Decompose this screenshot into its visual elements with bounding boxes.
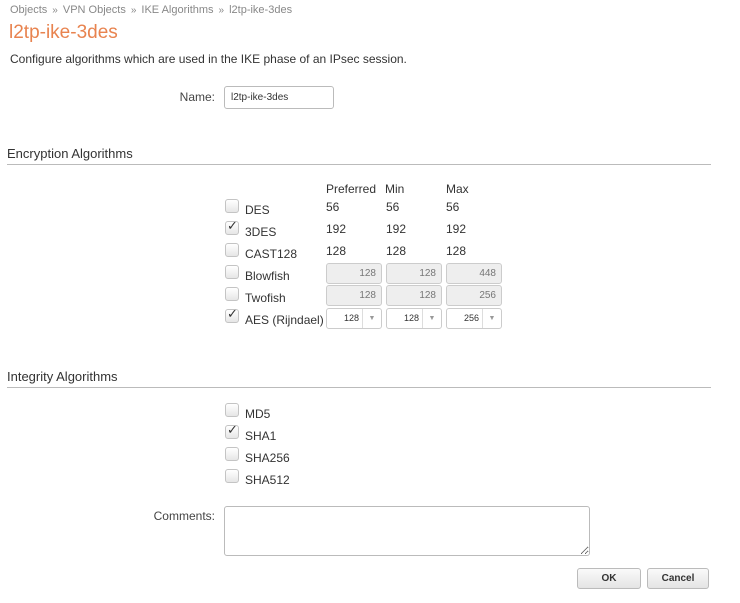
- integrity-checkbox-sha512[interactable]: [225, 469, 239, 483]
- chevron-down-icon[interactable]: ▼: [482, 309, 501, 328]
- integrity-label: MD5: [245, 407, 271, 421]
- min-selected-value: 128: [403, 313, 419, 323]
- min-value: 56: [386, 200, 400, 214]
- max-select[interactable]: 256 ▼: [446, 308, 502, 329]
- preferred-value: 192: [326, 222, 347, 236]
- encryption-checkbox-blowfish[interactable]: [225, 265, 239, 279]
- preferred-input-disabled: 128: [326, 285, 382, 306]
- preferred-select[interactable]: 128 ▼: [326, 308, 382, 329]
- encryption-checkbox-twofish[interactable]: [225, 287, 239, 301]
- page-title: l2tp-ike-3des: [9, 22, 118, 43]
- integrity-label: SHA512: [245, 473, 290, 487]
- max-value: 56: [446, 200, 460, 214]
- page-description: Configure algorithms which are used in t…: [10, 52, 407, 66]
- checkmark-icon: ✓: [227, 218, 238, 233]
- ok-button[interactable]: OK: [577, 568, 641, 589]
- min-select[interactable]: 128 ▼: [386, 308, 442, 329]
- max-value: 192: [446, 222, 467, 236]
- name-label: Name:: [179, 90, 215, 104]
- checkmark-icon: ✓: [227, 306, 238, 321]
- preferred-value: 128: [326, 244, 347, 258]
- integrity-label: SHA1: [245, 429, 277, 443]
- preferred-selected-value: 128: [343, 313, 359, 323]
- cancel-button[interactable]: Cancel: [647, 568, 709, 589]
- preferred-value: 56: [326, 200, 340, 214]
- integrity-label: SHA256: [245, 451, 290, 465]
- min-input-disabled: 128: [386, 285, 442, 306]
- breadcrumb-separator: »: [130, 5, 137, 16]
- encryption-label: Twofish: [245, 291, 286, 305]
- encryption-label: Blowfish: [245, 269, 290, 283]
- max-selected-value: 256: [463, 313, 479, 323]
- checkmark-icon: ✓: [227, 422, 238, 437]
- encryption-checkbox-des[interactable]: [225, 199, 239, 213]
- encryption-label: DES: [245, 203, 270, 217]
- breadcrumb: Objects » VPN Objects » IKE Algorithms » l2tp-…: [10, 4, 292, 16]
- breadcrumb-objects[interactable]: Objects: [10, 4, 47, 16]
- max-input-disabled: 256: [446, 285, 502, 306]
- comments-label: Comments:: [153, 509, 215, 523]
- min-value: 192: [386, 222, 407, 236]
- encryption-label: CAST128: [245, 247, 298, 261]
- comments-textarea[interactable]: [224, 506, 590, 556]
- max-input-disabled: 448: [446, 263, 502, 284]
- chevron-down-icon[interactable]: ▼: [362, 309, 381, 328]
- encryption-heading: Encryption Algorithms: [7, 146, 711, 165]
- breadcrumb-separator: »: [52, 5, 58, 16]
- integrity-heading: Integrity Algorithms: [7, 369, 711, 388]
- chevron-down-icon[interactable]: ▼: [422, 309, 441, 328]
- min-value: 128: [386, 244, 407, 258]
- encryption-checkbox-cast128[interactable]: [225, 243, 239, 257]
- column-max: Max: [446, 182, 469, 196]
- encryption-checkbox-3des[interactable]: ✓: [225, 218, 239, 235]
- breadcrumb-vpn-objects[interactable]: VPN Objects: [63, 4, 126, 16]
- column-preferred: Preferred: [326, 182, 377, 196]
- column-min: Min: [385, 182, 405, 196]
- encryption-label: 3DES: [245, 225, 277, 239]
- breadcrumb-ike-algorithms[interactable]: IKE Algorithms: [141, 4, 213, 16]
- breadcrumb-separator: »: [218, 5, 225, 16]
- breadcrumb-current: l2tp-ike-3des: [229, 4, 293, 16]
- min-input-disabled: 128: [386, 263, 442, 284]
- preferred-input-disabled: 128: [326, 263, 382, 284]
- name-input[interactable]: [224, 86, 334, 109]
- encryption-checkbox-aes-rijndael[interactable]: ✓: [225, 306, 239, 323]
- max-value: 128: [446, 244, 467, 258]
- integrity-checkbox-sha1[interactable]: ✓: [225, 422, 239, 439]
- integrity-checkbox-md5[interactable]: [225, 403, 239, 417]
- integrity-checkbox-sha256[interactable]: [225, 447, 239, 461]
- encryption-label: AES (Rijndael): [245, 313, 324, 327]
